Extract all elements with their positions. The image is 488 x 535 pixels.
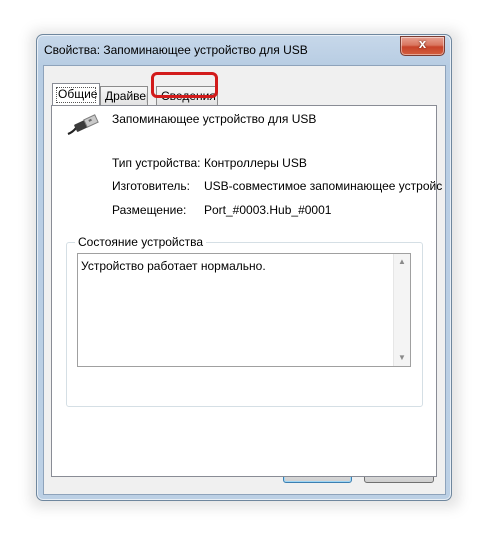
device-type-value: Контроллеры USB (204, 156, 307, 170)
device-status-group-label: Состояние устройства (75, 235, 207, 249)
device-status-text: Устройство работает нормально. (81, 259, 266, 273)
device-status-textbox[interactable]: Устройство работает нормально. ▲ ▼ (77, 253, 411, 367)
close-button[interactable]: x (400, 36, 445, 56)
title-bar[interactable]: Свойства: Запоминающее устройство для US… (37, 35, 451, 65)
tab-driver-label: Драйвер (105, 89, 148, 103)
device-name: Запоминающее устройство для USB (112, 112, 317, 126)
tab-general-label: Общие (58, 87, 98, 101)
tab-general[interactable]: Общие (52, 83, 100, 105)
usb-plug-icon (67, 114, 99, 136)
scroll-down-arrow-icon[interactable]: ▼ (394, 350, 410, 366)
status-scrollbar[interactable]: ▲ ▼ (393, 254, 410, 366)
close-icon: x (418, 36, 427, 51)
scroll-up-arrow-icon[interactable]: ▲ (394, 254, 410, 270)
location-value: Port_#0003.Hub_#0001 (204, 203, 332, 217)
window-title: Свойства: Запоминающее устройство для US… (44, 43, 308, 57)
device-type-label: Тип устройства: (112, 156, 201, 170)
tab-driver[interactable]: Драйвер (100, 86, 148, 105)
manufacturer-value: USB-совместимое запоминающее устройс (204, 179, 443, 193)
location-label: Размещение: (112, 203, 187, 217)
details-tab-highlight (151, 72, 218, 98)
manufacturer-label: Изготовитель: (112, 179, 190, 193)
